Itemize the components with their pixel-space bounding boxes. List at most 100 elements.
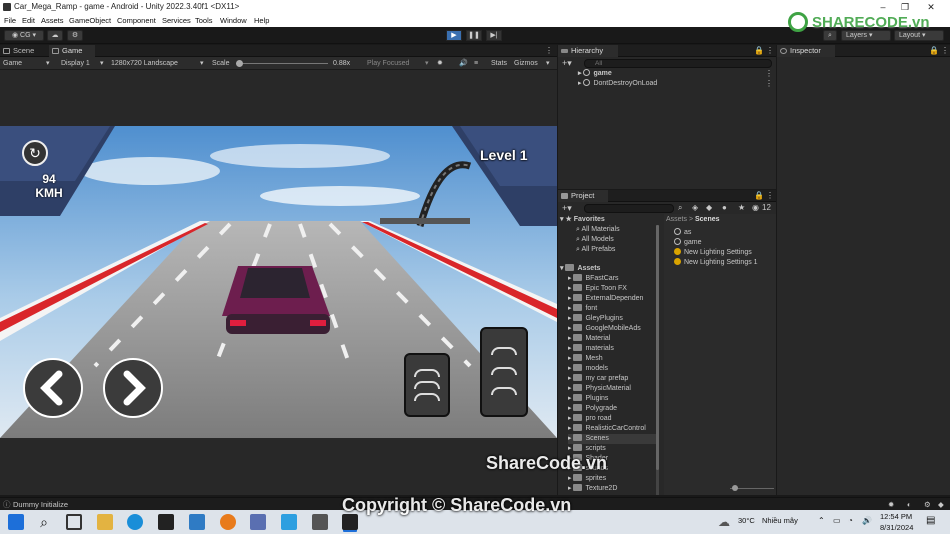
brake-pedal-button[interactable]: [404, 353, 450, 417]
layout-dropdown[interactable]: Layout ▾: [894, 30, 944, 41]
skype-icon[interactable]: [281, 514, 297, 530]
scale-slider-handle[interactable]: [236, 60, 243, 67]
game-render[interactable]: ↻ 94 KMH Level 1: [0, 126, 557, 438]
menu-services[interactable]: Services: [162, 14, 191, 27]
speaker-icon[interactable]: 🔊: [459, 57, 468, 70]
asset-folder-item[interactable]: ▸ Texture2D: [568, 484, 656, 494]
menu-help[interactable]: Help: [254, 14, 269, 27]
lock-icon[interactable]: 🔒: [754, 190, 764, 202]
search-icon[interactable]: ⌕: [36, 514, 52, 530]
collab-icon[interactable]: ⚙: [67, 30, 83, 41]
breadcrumb-scenes[interactable]: Scenes: [695, 216, 720, 223]
panel-menu-icon[interactable]: ⋮: [941, 45, 949, 57]
resolution-dropdown[interactable]: 1280x720 Landscape: [111, 57, 178, 70]
weather-temp[interactable]: 30°C: [738, 516, 755, 525]
item-menu-icon[interactable]: ⋮: [765, 79, 773, 88]
menu-edit[interactable]: Edit: [22, 14, 35, 27]
menu-window[interactable]: Window: [220, 14, 247, 27]
asset-folder-item[interactable]: ▸ Epic Toon FX: [568, 284, 656, 294]
bug-icon[interactable]: ✹: [437, 57, 443, 70]
maximize-button[interactable]: ❐: [894, 0, 916, 14]
menu-gameobject[interactable]: GameObject: [69, 14, 111, 27]
hierarchy-search-input[interactable]: All: [584, 59, 772, 68]
asset-folder-item[interactable]: ▸ sprites: [568, 474, 656, 484]
favorite-item[interactable]: ⌕ All Models: [576, 235, 614, 245]
icon-size-slider-handle[interactable]: [732, 485, 738, 491]
tree-scrollbar-thumb[interactable]: [656, 225, 659, 470]
asset-folder-item[interactable]: ▸ RealisticCarControl: [568, 424, 656, 434]
label-icon[interactable]: ◆: [706, 203, 712, 212]
search-icon[interactable]: ⌕: [823, 30, 837, 41]
lock-icon[interactable]: 🔒: [754, 45, 764, 57]
wifi-icon[interactable]: ◔: [848, 516, 853, 525]
settings-toggle-icon[interactable]: ≡: [474, 57, 478, 70]
asset-folder-item[interactable]: ▸ Polygrade: [568, 404, 656, 414]
pause-button[interactable]: ❚❚: [466, 30, 482, 41]
edge-icon[interactable]: [127, 514, 143, 530]
tab-hierarchy[interactable]: Hierarchy: [558, 45, 618, 57]
clock-time[interactable]: 12:54 PM: [880, 512, 912, 521]
asset-folder-item[interactable]: ▸ BFastCars: [568, 274, 656, 284]
breadcrumb-assets[interactable]: Assets: [666, 216, 687, 223]
asset-folder-item[interactable]: ▸ Material: [568, 334, 656, 344]
gizmos-dropdown[interactable]: Gizmos: [514, 57, 538, 70]
search-by-type-icon[interactable]: ⌕: [678, 203, 682, 213]
project-search-input[interactable]: [584, 204, 674, 213]
asset-file-item[interactable]: game: [674, 238, 702, 248]
notification-icon[interactable]: ▤: [926, 515, 935, 526]
assets-header[interactable]: ▾ Assets: [560, 264, 600, 274]
asset-file-item[interactable]: as: [674, 228, 691, 238]
asset-folder-item[interactable]: ▸ Mesh: [568, 354, 656, 364]
asset-folder-item[interactable]: ▸ materials: [568, 344, 656, 354]
asset-folder-item[interactable]: ▸ ExternalDependen: [568, 294, 656, 304]
add-icon[interactable]: +▾: [562, 58, 572, 69]
vscode-icon[interactable]: [189, 514, 205, 530]
asset-folder-item[interactable]: ▸ models: [568, 364, 656, 374]
asset-folder-item[interactable]: ▸ GleyPlugins: [568, 314, 656, 324]
hierarchy-item-game[interactable]: ▸ game: [578, 69, 774, 79]
stats-button[interactable]: Stats: [491, 57, 507, 70]
asset-file-item[interactable]: New Lighting Settings: [674, 248, 752, 258]
file-explorer-icon[interactable]: [97, 514, 113, 530]
asset-folder-item[interactable]: ▸ Plugins: [568, 394, 656, 404]
display-icon[interactable]: ▭: [833, 516, 841, 525]
account-dropdown[interactable]: ◉ CG ▾: [4, 30, 44, 41]
asset-folder-item[interactable]: ▸ GoogleMobileAds: [568, 324, 656, 334]
create-icon[interactable]: +▾: [562, 203, 572, 214]
favorite-item[interactable]: ⌕ All Prefabs: [576, 245, 615, 255]
blender-icon[interactable]: [220, 514, 236, 530]
steer-left-button[interactable]: [23, 358, 83, 418]
tab-project[interactable]: Project: [558, 190, 608, 202]
asset-file-item[interactable]: New Lighting Settings 1: [674, 258, 758, 268]
github-icon[interactable]: [158, 514, 174, 530]
hidden-packages-icon[interactable]: ◉: [752, 203, 759, 212]
asset-folder-item[interactable]: ▸ my car prefap: [568, 374, 656, 384]
info-icon[interactable]: ●: [722, 203, 727, 212]
asset-folder-item[interactable]: ▸ pro road: [568, 414, 656, 424]
clock-date[interactable]: 8/31/2024: [880, 523, 913, 532]
menu-file[interactable]: File: [4, 14, 16, 27]
tab-scene[interactable]: Scene: [0, 45, 48, 57]
chevron-up-icon[interactable]: ⌃: [818, 516, 825, 525]
filter-icon[interactable]: ◈: [692, 203, 698, 212]
step-button[interactable]: ▶|: [486, 30, 502, 41]
app-icon[interactable]: [250, 514, 266, 530]
favorite-item[interactable]: ⌕ All Materials: [576, 225, 620, 235]
hierarchy-item-dontdestroy[interactable]: ▸ DontDestroyOnLoad: [578, 79, 774, 89]
panel-menu-icon[interactable]: ⋮: [766, 190, 774, 202]
tab-inspector[interactable]: Inspector: [777, 45, 835, 57]
windows-start-icon[interactable]: [8, 514, 24, 530]
favorites-header[interactable]: ▾ ★ Favorites: [560, 215, 605, 225]
menu-assets[interactable]: Assets: [41, 14, 64, 27]
item-menu-icon[interactable]: ⋮: [765, 69, 773, 78]
menu-component[interactable]: Component: [117, 14, 156, 27]
restart-icon[interactable]: ↻: [22, 140, 48, 166]
display-dropdown[interactable]: Display 1: [61, 57, 90, 70]
star-icon[interactable]: ★: [738, 203, 745, 212]
scale-slider[interactable]: [236, 63, 328, 64]
asset-folder-item[interactable]: ▸ PhysicMaterial: [568, 384, 656, 394]
panel-menu-icon[interactable]: ⋮: [766, 45, 774, 57]
cloud-weather-icon[interactable]: ☁: [718, 515, 730, 529]
tab-menu-icon[interactable]: ⋮: [545, 45, 553, 57]
weather-text[interactable]: Nhiều mây: [762, 516, 798, 525]
